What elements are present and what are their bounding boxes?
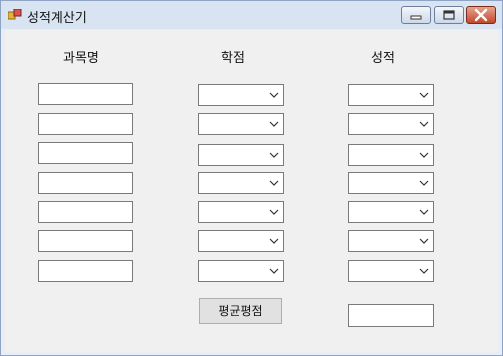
subject-input-4[interactable] bbox=[38, 172, 133, 194]
average-gpa-button[interactable]: 평균평점 bbox=[199, 298, 282, 324]
app-window: 성적계산기 과목명 학점 성적 평균평점 bbox=[0, 0, 503, 356]
maximize-icon bbox=[443, 10, 455, 20]
chevron-down-icon bbox=[269, 121, 279, 127]
chevron-down-icon bbox=[269, 268, 279, 274]
grade-select-1[interactable] bbox=[348, 84, 434, 106]
grade-select-6[interactable] bbox=[348, 230, 434, 252]
subject-input-1[interactable] bbox=[38, 83, 133, 105]
credit-select-7[interactable] bbox=[198, 260, 284, 282]
subject-input-3[interactable] bbox=[38, 142, 133, 164]
form-body: 과목명 학점 성적 평균평점 bbox=[5, 30, 498, 352]
app-icon bbox=[8, 9, 22, 20]
credit-select-3[interactable] bbox=[198, 144, 284, 166]
credit-select-2[interactable] bbox=[198, 113, 284, 135]
credit-select-4[interactable] bbox=[198, 172, 284, 194]
window-title: 성적계산기 bbox=[27, 11, 87, 26]
subject-input-6[interactable] bbox=[38, 230, 133, 252]
chevron-down-icon bbox=[419, 268, 429, 274]
credit-select-5[interactable] bbox=[198, 201, 284, 223]
header-grade: 성적 bbox=[371, 51, 395, 66]
chevron-down-icon bbox=[269, 180, 279, 186]
credit-select-1[interactable] bbox=[198, 84, 284, 106]
header-subject: 과목명 bbox=[63, 51, 99, 66]
chevron-down-icon bbox=[419, 180, 429, 186]
chevron-down-icon bbox=[419, 209, 429, 215]
header-credit: 학점 bbox=[221, 51, 245, 66]
chevron-down-icon bbox=[419, 121, 429, 127]
chevron-down-icon bbox=[269, 152, 279, 158]
title-bar[interactable]: 성적계산기 bbox=[1, 1, 502, 29]
grade-select-2[interactable] bbox=[348, 113, 434, 135]
chevron-down-icon bbox=[269, 238, 279, 244]
subject-input-7[interactable] bbox=[38, 260, 133, 282]
grade-select-7[interactable] bbox=[348, 260, 434, 282]
grade-select-3[interactable] bbox=[348, 144, 434, 166]
maximize-button[interactable] bbox=[434, 6, 464, 24]
chevron-down-icon bbox=[269, 209, 279, 215]
subject-input-2[interactable] bbox=[38, 113, 133, 135]
close-button[interactable] bbox=[466, 6, 496, 24]
credit-select-6[interactable] bbox=[198, 230, 284, 252]
grade-select-4[interactable] bbox=[348, 172, 434, 194]
chevron-down-icon bbox=[419, 238, 429, 244]
minimize-icon bbox=[410, 15, 422, 20]
minimize-button[interactable] bbox=[401, 6, 431, 24]
close-icon bbox=[474, 8, 488, 22]
chevron-down-icon bbox=[419, 152, 429, 158]
chevron-down-icon bbox=[419, 92, 429, 98]
chevron-down-icon bbox=[269, 92, 279, 98]
grade-select-5[interactable] bbox=[348, 201, 434, 223]
subject-input-5[interactable] bbox=[38, 201, 133, 223]
gpa-result-field[interactable] bbox=[348, 304, 434, 327]
